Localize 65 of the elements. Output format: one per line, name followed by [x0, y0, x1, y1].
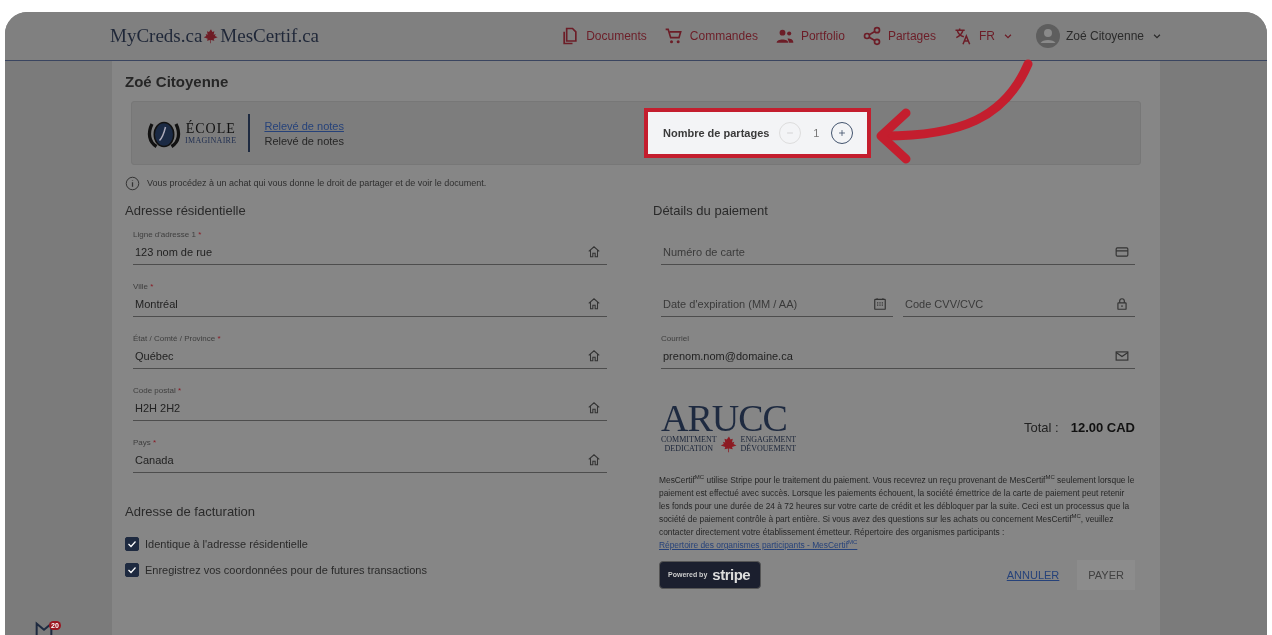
maple-leaf-icon	[203, 28, 220, 44]
section-title: Adresse résidentielle	[125, 203, 247, 219]
expiry-field[interactable]: Date d'expiration (MM / AA)	[661, 297, 873, 310]
home-icon	[587, 296, 601, 311]
document-link[interactable]: Relevé de notes	[264, 119, 344, 132]
lock-icon	[1115, 296, 1129, 311]
school-subtitle: IMAGINAIRE	[185, 135, 237, 145]
home-icon	[587, 400, 601, 415]
section-title: Détails du paiement	[653, 203, 769, 219]
section-title: Adresse de facturation	[125, 504, 257, 520]
school-name: ÉCOLE	[185, 121, 236, 136]
info-text: Vous procédez à un achat qui vous donne le droit de partager et de voir le document.	[147, 178, 487, 188]
check-icon	[126, 564, 138, 576]
checkbox-option[interactable]: Identique à l'adresse résidentielle	[125, 531, 607, 557]
nav-link[interactable]: Commandes	[663, 26, 758, 46]
total-amount: 12.00 CAD	[1070, 419, 1135, 435]
nav-link[interactable]: Partages	[861, 26, 936, 46]
card-number-field[interactable]: Numéro de carte	[661, 245, 1115, 258]
directory-link[interactable]: Répertoire des organismes participants - MesCertif$^{MC}$	[659, 540, 858, 550]
caret-icon	[1002, 31, 1013, 41]
address-field[interactable]: Montréal	[133, 297, 587, 310]
payment-notice: MesCertif$^{MC}$ utilise Stripe pour le traitement du paiement. Vous recevrez un reçu provenant de MesCertif$^{MC}$ seulement lorsque le paiement est effectué avec succès. Lorsque les paiements échouent, la société émettrice de la carte de paiement peut retenir les fonds pour une durée de 24 à 72 heures sur votre carte de crédit et les débloquer par la suite. Ceci est un processus que la société de paiement contrôle à part entière. Si vous avez des questions sur les achats ou concernent MesCertif$^{MC}$, veuillez contacter directement votre établissement émetteur. Répertoire des organismes participants : Répertoire des organismes participants - MesCertif$^{MC}$	[659, 474, 1135, 552]
calendar-icon	[873, 296, 887, 311]
home-icon	[587, 452, 601, 467]
address-field[interactable]: Canada	[133, 453, 587, 466]
cvc-field[interactable]: Code CVV/CVC	[903, 297, 1115, 310]
nav-link[interactable]: Portfolio	[774, 26, 845, 46]
email-field[interactable]: prenom.nom@domaine.ca	[661, 349, 1115, 362]
language-menu[interactable]: FR	[952, 26, 1013, 46]
avatar-icon	[1035, 24, 1060, 48]
check-icon	[126, 538, 138, 550]
cart-icon	[663, 26, 684, 46]
address-field[interactable]: H2H 2H2	[133, 401, 587, 414]
plus-icon	[837, 128, 848, 138]
logo-tagline: DEDICATION	[664, 444, 713, 453]
field-label: Ville *	[133, 282, 155, 293]
checkbox[interactable]	[125, 537, 139, 551]
caret-icon	[1152, 31, 1162, 41]
address-field[interactable]: Québec	[133, 349, 587, 362]
counter-value: 1	[812, 127, 821, 139]
nav-link[interactable]: Documents	[560, 26, 647, 46]
address-field[interactable]: 123 nom de rue	[133, 245, 587, 258]
logo-tagline: DÉVOUEMENT	[740, 444, 797, 453]
site-logo-text[interactable]: MyCreds.ca	[110, 25, 203, 47]
info-icon	[125, 175, 140, 191]
site-logo-text[interactable]: MesCertif.ca	[220, 25, 319, 47]
checkbox-option[interactable]: Enregistrez vos coordonnées pour de futures transactions	[125, 557, 607, 583]
maple-leaf-icon	[719, 435, 738, 453]
counter-label: Nombre de partages	[663, 127, 770, 139]
arucc-wordmark: ARUCC	[661, 401, 787, 435]
logo-tagline: ENGAGEMENT	[740, 435, 797, 444]
home-icon	[587, 348, 601, 363]
share-icon	[861, 26, 882, 46]
user-menu[interactable]: Zoé Citoyenne	[1035, 24, 1162, 48]
page-title: Zoé Citoyenne	[125, 73, 230, 92]
logo-tagline: COMMITMENT	[661, 435, 717, 444]
checkbox[interactable]	[125, 563, 139, 577]
home-icon	[587, 244, 601, 259]
document-type: Relevé de notes	[264, 134, 344, 147]
cancel-link[interactable]: ANNULER	[1006, 569, 1060, 581]
total-label: Total :	[1024, 419, 1059, 435]
field-label: Pays *	[133, 438, 158, 449]
stripe-wordmark: stripe	[712, 566, 751, 583]
field-label: État / Comté / Province *	[133, 334, 222, 345]
credit-card-icon	[1115, 244, 1129, 259]
